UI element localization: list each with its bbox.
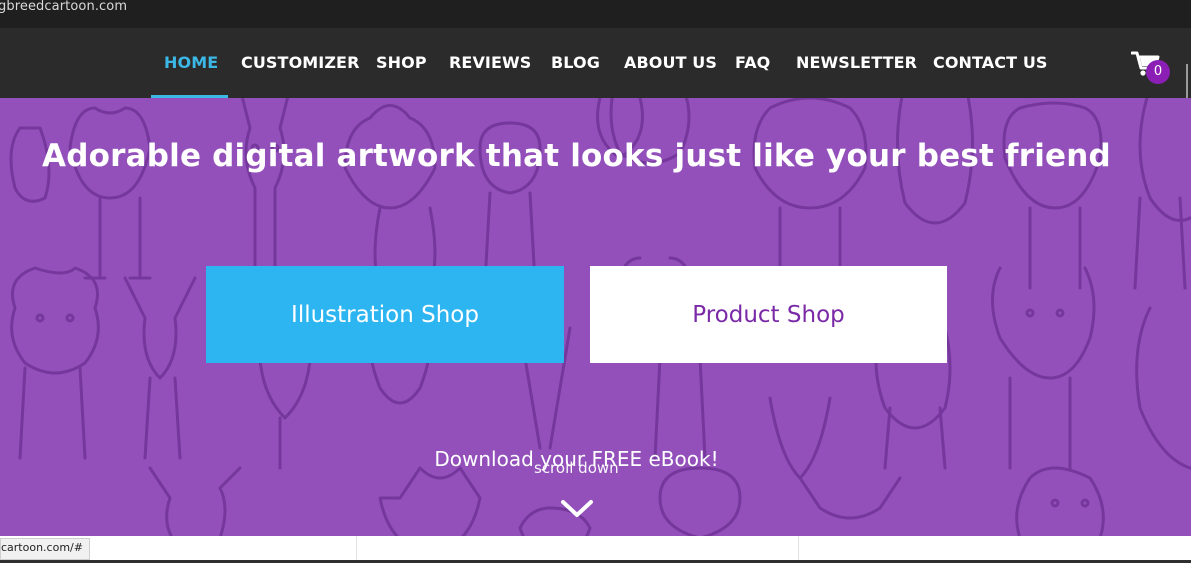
content-strip: [0, 536, 1191, 563]
status-url: cartoon.com/#: [1, 541, 83, 554]
nav-item-contact-us[interactable]: CONTACT US: [933, 53, 1048, 72]
cart-count-badge: 0: [1146, 60, 1170, 84]
nav-item-home[interactable]: HOME: [164, 53, 218, 72]
nav-item-customizer[interactable]: CUSTOMIZER: [241, 53, 360, 72]
nav-item-reviews[interactable]: REVIEWS: [449, 53, 531, 72]
page-url-text: gbreedcartoon.com: [0, 0, 128, 14]
chevron-down-icon[interactable]: [559, 496, 595, 520]
cart-button[interactable]: 0: [1130, 50, 1173, 88]
scroll-down-label: scroll down: [534, 459, 619, 477]
browser-top-bar: gbreedcartoon.com: [0, 0, 1191, 28]
column-divider: [356, 536, 357, 563]
hero-title: Adorable digital artwork that looks just…: [42, 138, 1111, 174]
nav-item-faq[interactable]: FAQ: [735, 53, 770, 72]
hero-section: Adorable digital artwork that looks just…: [0, 98, 1191, 536]
main-navigation: HOME CUSTOMIZER SHOP REVIEWS BLOG ABOUT …: [0, 28, 1191, 116]
nav-item-about-us[interactable]: ABOUT US: [624, 53, 717, 72]
column-divider: [798, 536, 799, 563]
nav-item-blog[interactable]: BLOG: [551, 53, 600, 72]
illustration-shop-button[interactable]: Illustration Shop: [206, 266, 564, 363]
nav-item-shop[interactable]: SHOP: [376, 53, 427, 72]
nav-item-newsletter[interactable]: NEWSLETTER: [796, 53, 917, 72]
product-shop-button[interactable]: Product Shop: [590, 266, 947, 363]
browser-status-bar: cartoon.com/#: [0, 538, 90, 560]
